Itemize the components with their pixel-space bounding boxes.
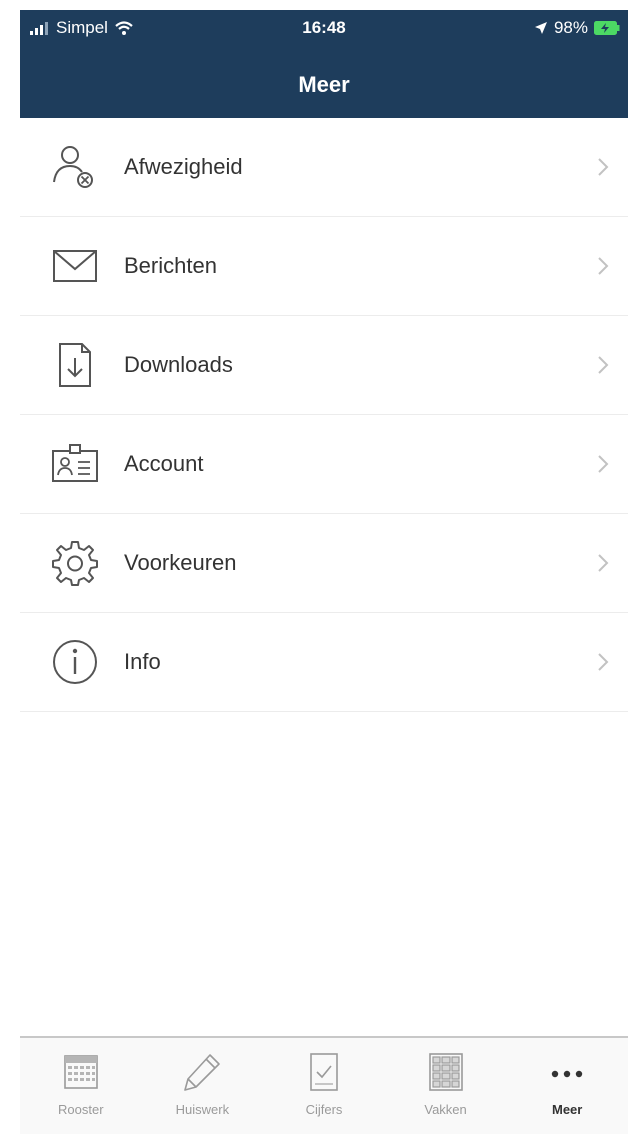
menu-item-berichten[interactable]: Berichten <box>20 217 628 316</box>
tab-label: Vakken <box>424 1102 467 1117</box>
tab-label: Huiswerk <box>175 1102 230 1117</box>
chevron-right-icon <box>598 653 609 671</box>
chevron-right-icon <box>598 455 609 473</box>
checklist-icon <box>310 1053 338 1091</box>
header: Simpel 16:48 98% Meer <box>20 10 628 118</box>
chevron-right-icon <box>598 554 609 572</box>
menu-item-account[interactable]: Account <box>20 415 628 514</box>
menu-item-label: Afwezigheid <box>124 154 243 179</box>
chevron-right-icon <box>598 257 609 275</box>
info-icon <box>53 640 97 684</box>
grid-icon <box>428 1053 463 1091</box>
chevron-right-icon <box>598 356 609 374</box>
menu-item-label: Berichten <box>124 253 217 278</box>
person-absent-icon <box>53 146 93 188</box>
download-file-icon <box>59 343 91 387</box>
battery-charging-icon <box>594 21 620 35</box>
menu-item-label: Info <box>124 649 161 674</box>
id-card-icon <box>52 444 98 482</box>
battery-percentage: 98% <box>553 18 588 37</box>
menu-item-downloads[interactable]: Downloads <box>20 316 628 415</box>
tab-cijfers[interactable]: Cijfers <box>263 1038 385 1134</box>
status-right: 98% <box>534 18 620 38</box>
page-title: Meer <box>298 72 350 97</box>
tab-huiswerk[interactable]: Huiswerk <box>142 1038 264 1134</box>
menu-item-voorkeuren[interactable]: Voorkeuren <box>20 514 628 613</box>
tab-meer[interactable]: Meer <box>506 1038 628 1134</box>
menu-item-info[interactable]: Info <box>20 613 628 712</box>
pencil-icon <box>184 1054 221 1091</box>
menu-list: Afwezigheid Berichten Downloads Account … <box>20 118 628 712</box>
tab-label: Rooster <box>58 1102 104 1117</box>
more-dots-icon <box>551 1070 583 1078</box>
menu-item-afwezigheid[interactable]: Afwezigheid <box>20 118 628 217</box>
calendar-icon <box>63 1055 98 1089</box>
tab-label: Cijfers <box>305 1102 343 1117</box>
gear-icon <box>52 541 98 586</box>
menu-item-label: Voorkeuren <box>124 550 237 575</box>
envelope-icon <box>53 250 97 282</box>
menu-item-label: Downloads <box>124 352 233 377</box>
tab-vakken[interactable]: Vakken <box>385 1038 507 1134</box>
tab-rooster[interactable]: Rooster <box>20 1038 142 1134</box>
chevron-right-icon <box>598 158 609 176</box>
status-bar: Simpel 16:48 98% <box>20 10 628 46</box>
tab-bar: Rooster Huiswerk Cijfers Vakken Meer <box>20 1036 628 1134</box>
location-arrow-icon <box>534 22 547 34</box>
tab-label: Meer <box>551 1102 583 1117</box>
menu-item-label: Account <box>124 451 204 476</box>
app-screen: Simpel 16:48 98% Meer Afwezigheid Berich… <box>20 10 628 1134</box>
